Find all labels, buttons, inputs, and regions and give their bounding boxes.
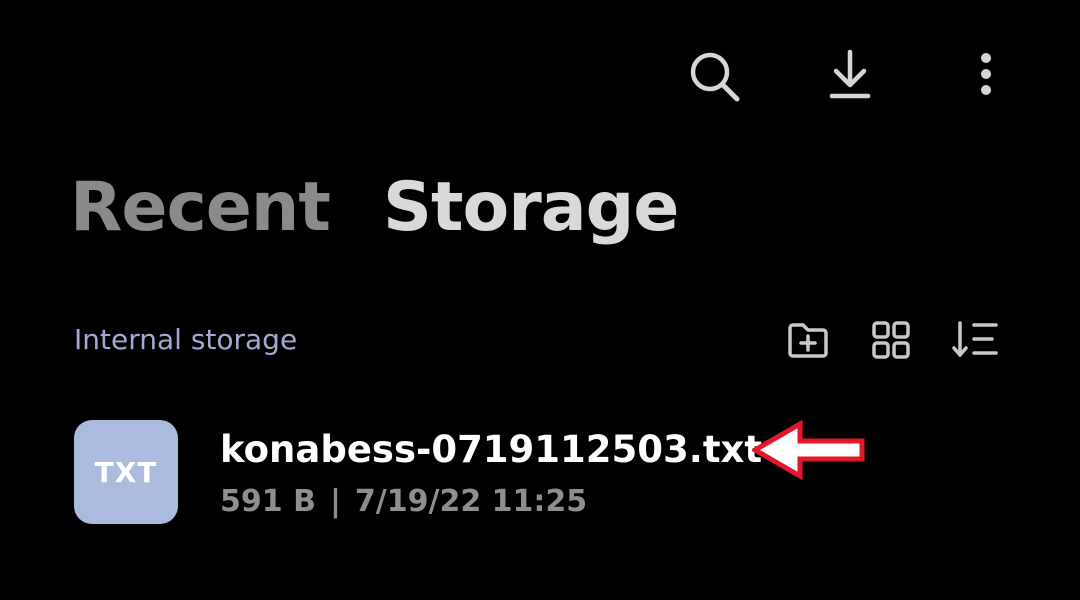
file-list-item[interactable]: TXT konabess-0719112503.txt 591 B | 7/19/2… (60, 410, 1020, 540)
tab-storage[interactable]: Storage (383, 168, 679, 248)
annotation-arrow-icon (752, 420, 865, 480)
file-name: konabess-0719112503.txt (220, 428, 763, 471)
more-vert-icon[interactable] (974, 50, 998, 100)
file-size: 591 B (220, 484, 316, 519)
new-folder-icon[interactable] (786, 320, 830, 360)
search-icon[interactable] (686, 48, 742, 104)
grid-view-icon[interactable] (872, 321, 910, 359)
download-icon[interactable] (826, 48, 874, 102)
storage-location-label: Internal storage (74, 323, 298, 356)
file-meta: 591 B | 7/19/22 11:25 (220, 484, 587, 520)
txt-file-icon: TXT (74, 420, 178, 524)
file-date: 7/19/22 11:25 (354, 484, 588, 519)
meta-separator: | (329, 484, 341, 519)
file-type-label: TXT (94, 455, 158, 489)
sort-icon[interactable] (952, 320, 998, 360)
tab-recent[interactable]: Recent (70, 168, 331, 248)
